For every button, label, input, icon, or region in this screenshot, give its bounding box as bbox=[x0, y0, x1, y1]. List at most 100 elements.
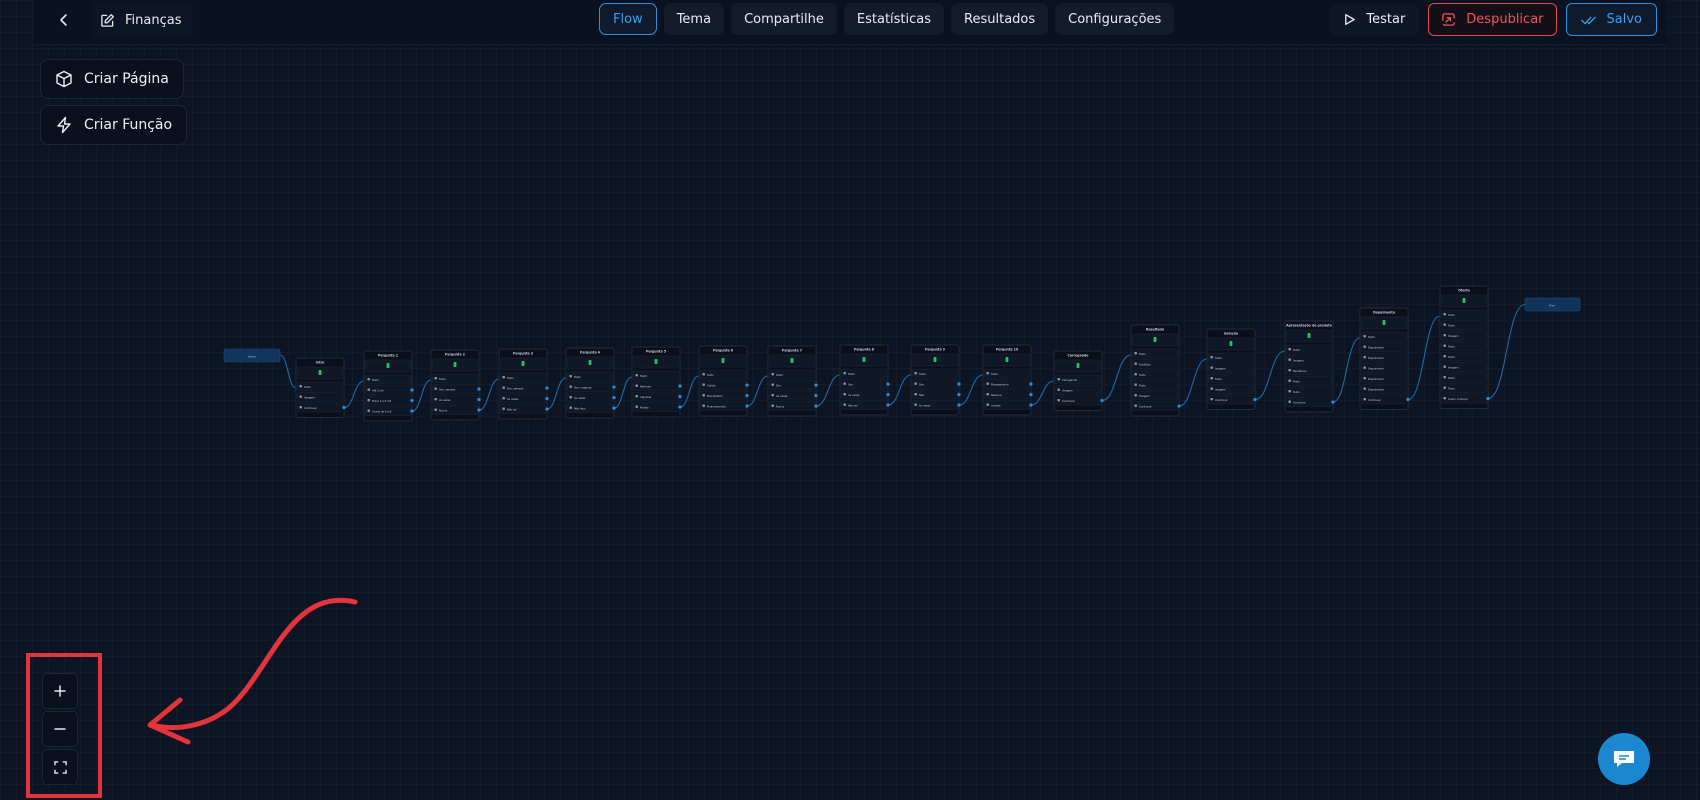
row-type-icon bbox=[1057, 378, 1060, 381]
flow-node-row-label: Não sei bbox=[848, 403, 858, 407]
tab-configuracoes[interactable]: Configurações bbox=[1055, 3, 1175, 35]
flow-node-port[interactable] bbox=[678, 394, 682, 399]
saved-button[interactable]: Salvo bbox=[1565, 3, 1657, 36]
flow-node-port[interactable] bbox=[1029, 392, 1033, 397]
flow-node[interactable]: Oferta Texto Texto Imagem Texto Texto Imagem Te… bbox=[1439, 285, 1490, 409]
flow-node-port[interactable] bbox=[410, 398, 414, 403]
node-page-icon bbox=[386, 363, 390, 368]
flow-node[interactable]: Apresentação do produto Texto Imagem Benefí… bbox=[1284, 320, 1335, 413]
flow-node[interactable]: Pergunta 4TextoSim, organizoÀs vezesNão … bbox=[565, 347, 616, 419]
flow-node-port[interactable] bbox=[612, 385, 616, 389]
flow-edge bbox=[1030, 380, 1055, 406]
flow-node-row-label: Texto bbox=[1448, 355, 1455, 359]
row-type-icon bbox=[367, 409, 370, 412]
flow-node-port[interactable] bbox=[814, 393, 818, 398]
flow-node-port[interactable] bbox=[477, 387, 481, 391]
node-page-icon bbox=[1153, 337, 1157, 342]
flow-node[interactable]: Pergunta 9TextoSimNãoÀs vezes bbox=[910, 344, 961, 416]
flow-node-port[interactable] bbox=[477, 408, 481, 412]
flow-node-port[interactable] bbox=[1253, 397, 1257, 402]
flow-node-title: Solução bbox=[1224, 332, 1239, 336]
flow-node-row-label: Texto bbox=[1215, 377, 1222, 381]
flow-node-port[interactable] bbox=[957, 392, 961, 397]
flow-node-port[interactable] bbox=[410, 388, 414, 392]
flow-node-port[interactable] bbox=[886, 403, 890, 407]
flow-node[interactable]: Pergunta 7TextoSimÀs vezesNunca bbox=[767, 345, 818, 417]
flow-node[interactable]: Pergunta 8TextoSimÀs vezesNão sei bbox=[839, 344, 890, 416]
zoom-out-button[interactable] bbox=[42, 711, 78, 747]
row-type-icon bbox=[502, 386, 505, 389]
flow-node[interactable]: Pergunta 2TextoSim, sempreÀs vezesNunca bbox=[430, 349, 481, 421]
flow-node-port[interactable] bbox=[342, 405, 346, 410]
flow-node-port[interactable] bbox=[814, 383, 818, 387]
row-type-icon bbox=[914, 403, 917, 406]
flow-node-port[interactable] bbox=[886, 382, 890, 386]
back-button[interactable] bbox=[42, 2, 86, 38]
flow-node-port[interactable] bbox=[1029, 382, 1033, 386]
flow-node-row-label: Imagem bbox=[1448, 365, 1459, 369]
flow-node-port[interactable] bbox=[1406, 397, 1410, 402]
flow-node-port[interactable] bbox=[814, 404, 818, 408]
flow-node-port[interactable] bbox=[957, 403, 961, 407]
row-type-icon bbox=[1134, 394, 1137, 397]
flow-node-port[interactable] bbox=[678, 384, 682, 388]
create-function-button[interactable]: Criar Função bbox=[40, 105, 188, 145]
flow-node-port[interactable] bbox=[545, 407, 549, 411]
flow-start-node[interactable]: Início bbox=[223, 348, 281, 363]
flow-node-port[interactable] bbox=[612, 395, 616, 400]
test-button[interactable]: Testar bbox=[1329, 3, 1420, 36]
flow-node-port[interactable] bbox=[957, 382, 961, 386]
tab-estatisticas[interactable]: Estatísticas bbox=[843, 3, 945, 35]
header-actions: Testar Despublicar Salvo bbox=[1329, 3, 1657, 36]
tab-resultados[interactable]: Resultados bbox=[951, 3, 1049, 35]
flow-node-port[interactable] bbox=[612, 406, 616, 410]
flow-node-row-label: Reserva bbox=[991, 393, 1002, 397]
flow-node[interactable]: Carregando Carregando Imagem Continuar bbox=[1053, 350, 1104, 411]
flow-node-port[interactable] bbox=[678, 405, 682, 409]
flow-node-port[interactable] bbox=[745, 393, 749, 398]
flow-edge bbox=[887, 374, 912, 406]
tab-tema[interactable]: Tema bbox=[663, 3, 725, 35]
flow-node[interactable]: Resultado Texto Subtítulo Texto Texto Imagem C… bbox=[1130, 324, 1181, 417]
flow-node[interactable]: Pergunta 10 Texto Planejamento Reserva Inves… bbox=[982, 344, 1033, 416]
tab-flow[interactable]: Flow bbox=[599, 3, 657, 35]
flow-node-row-label: Investir bbox=[991, 403, 1002, 407]
flow-node-port[interactable] bbox=[1331, 400, 1335, 404]
flow-node-port[interactable] bbox=[545, 386, 549, 390]
unpublish-button[interactable]: Despublicar bbox=[1428, 3, 1557, 36]
flow-node[interactable]: Pergunta 3TextoSim, sempreÀs vezesNão se… bbox=[498, 348, 549, 420]
chat-support-button[interactable] bbox=[1598, 733, 1650, 785]
flow-node-port[interactable] bbox=[745, 383, 749, 387]
create-page-button[interactable]: Criar Página bbox=[40, 59, 184, 99]
flow-node-port[interactable] bbox=[410, 409, 414, 413]
row-type-icon bbox=[843, 403, 846, 406]
flow-node[interactable]: Pergunta 6 Texto Cartão Empréstimo Financiam… bbox=[698, 345, 749, 417]
flow-node-port[interactable] bbox=[1100, 398, 1104, 403]
flow-node-port[interactable] bbox=[745, 404, 749, 408]
tab-compartilhe[interactable]: Compartilhe bbox=[731, 3, 837, 35]
flow-node-port[interactable] bbox=[545, 396, 549, 401]
flow-node-port[interactable] bbox=[886, 392, 890, 397]
flow-node[interactable]: Pergunta 5 Texto Nenhum Algumas Muitas bbox=[631, 346, 682, 418]
row-type-icon bbox=[367, 378, 370, 381]
fit-view-button[interactable] bbox=[42, 749, 78, 785]
row-type-icon bbox=[1363, 335, 1366, 338]
flow-node-port[interactable] bbox=[1177, 404, 1181, 408]
flow-node-port[interactable] bbox=[477, 397, 481, 402]
flow-node-title: Pergunta 1 bbox=[378, 354, 398, 358]
flow-node-port[interactable] bbox=[1486, 396, 1490, 401]
row-type-icon bbox=[1210, 356, 1213, 359]
flow-node-row-label: Texto bbox=[919, 372, 926, 376]
flow-node[interactable]: Intro Texto Imagem Continuar bbox=[295, 357, 346, 418]
node-page-icon bbox=[1005, 357, 1009, 362]
flow-node[interactable]: Depoimento Texto Depoimento Depoimento Depoi… bbox=[1359, 307, 1410, 410]
flow-node[interactable]: Solução Texto Imagem Texto Imagem Continuar bbox=[1206, 328, 1257, 410]
row-type-icon bbox=[1288, 348, 1291, 351]
flow-node[interactable]: Pergunta 1 Texto Até 3 mil Entre 3 e 6 mil A… bbox=[363, 350, 414, 422]
unpublish-button-label: Despublicar bbox=[1466, 12, 1544, 27]
flow-node-row-label: Texto bbox=[439, 377, 446, 381]
document-title-button[interactable]: Finanças bbox=[92, 2, 194, 38]
flow-end-node[interactable]: Fim bbox=[1524, 297, 1581, 312]
zoom-in-button[interactable] bbox=[42, 673, 78, 709]
flow-node-port[interactable] bbox=[1029, 403, 1033, 407]
